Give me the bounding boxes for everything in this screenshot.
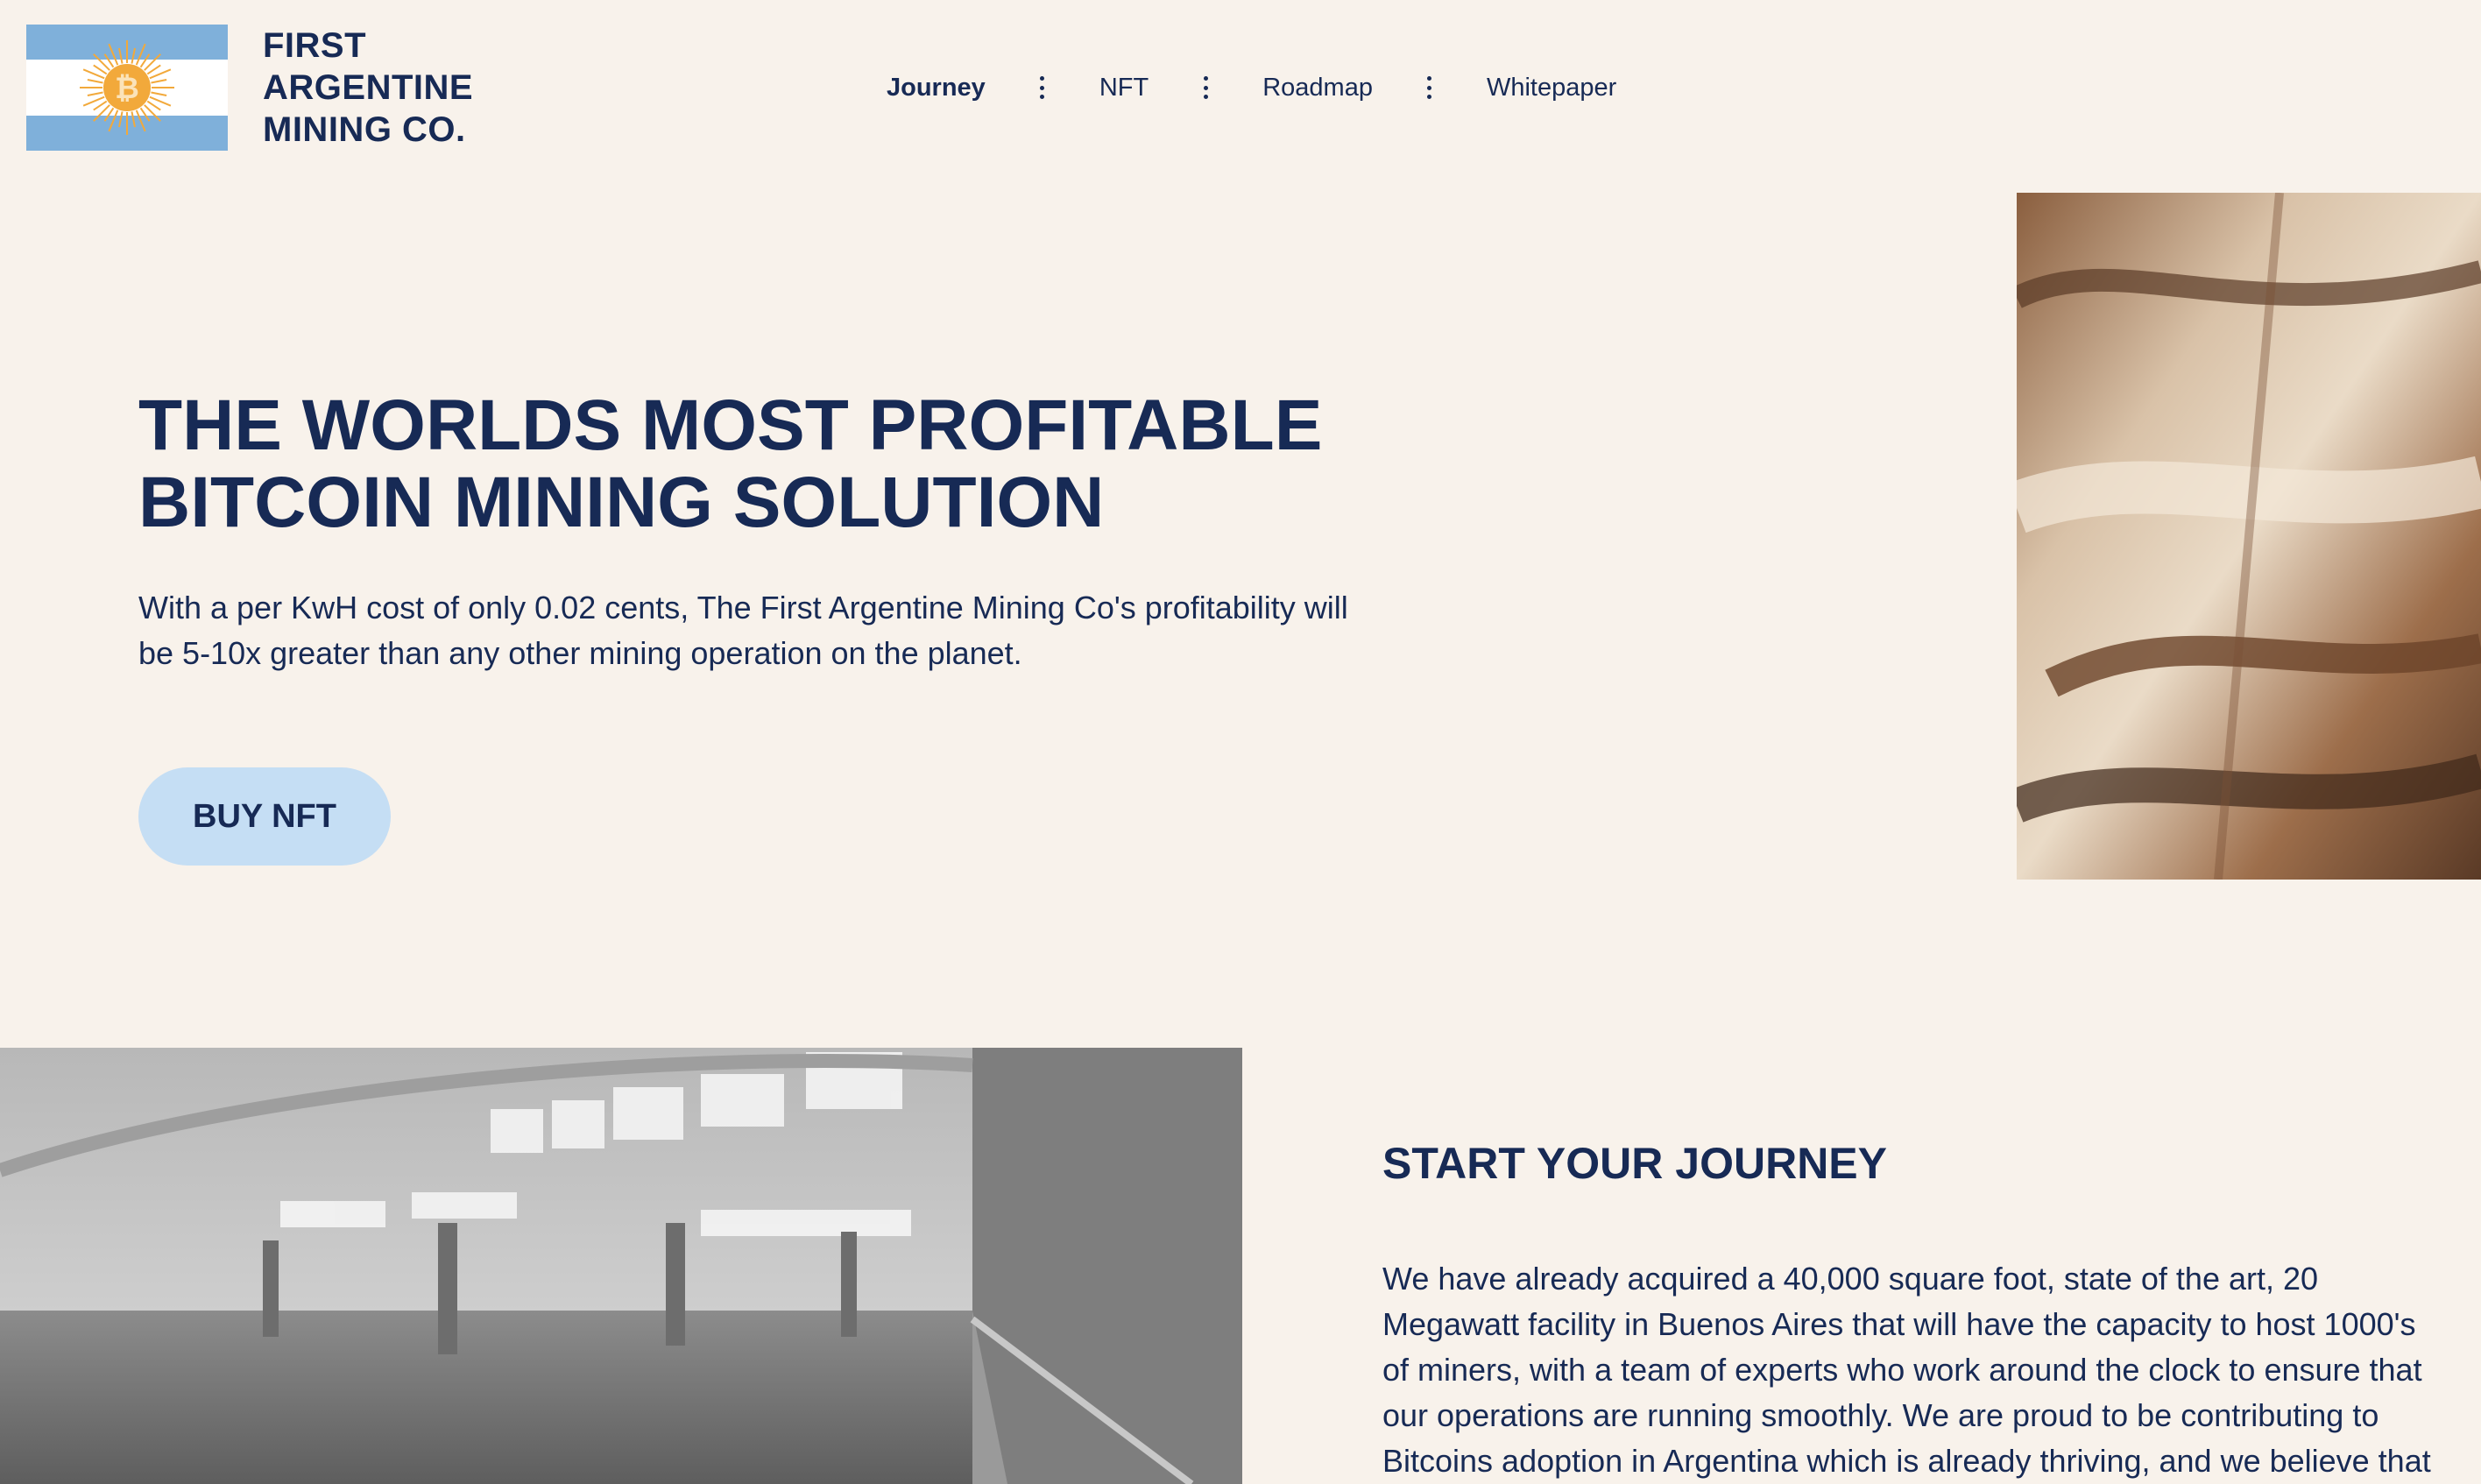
hero-description: With a per KwH cost of only 0.02 cents, … [138,590,1348,671]
nav-link-whitepaper[interactable]: Whitepaper [1487,70,1616,105]
hero-title-line: BITCOIN MINING SOLUTION [138,463,1105,542]
brand-name-line: ARGENTINE [263,68,474,107]
hero-title: THE WORLDS MOST PROFITABLE BITCOIN MININ… [138,387,1453,541]
vertical-dots-icon [1203,76,1208,99]
vertical-dots-icon [1040,76,1045,99]
logo-flag-icon[interactable]: ₿ [26,25,228,151]
main-nav: Journey NFT Roadmap Whitepaper [887,70,1616,105]
site-header: ₿ FIRST ARGENTINE MINING CO. Journey NFT… [0,0,2481,175]
nav-link-journey[interactable]: Journey [887,70,986,105]
brand-name[interactable]: FIRST ARGENTINE MINING CO. [263,25,578,151]
warehouse-interior-image [0,1048,1242,1484]
svg-text:₿: ₿ [115,72,139,105]
brand-name-line: FIRST [263,26,367,65]
buy-nft-button[interactable]: BUY NFT [138,767,391,866]
aerial-terrain-image [2017,193,2481,880]
vertical-dots-icon [1427,76,1432,99]
brand-name-line: MINING CO. [263,110,466,149]
hero-title-line: THE WORLDS MOST PROFITABLE [138,385,1323,465]
journey-body: We have already acquired a 40,000 square… [1382,1261,2431,1479]
journey-title: START YOUR JOURNEY [1382,1139,1888,1188]
nav-link-nft[interactable]: NFT [1099,70,1149,105]
nav-link-roadmap[interactable]: Roadmap [1262,70,1373,105]
